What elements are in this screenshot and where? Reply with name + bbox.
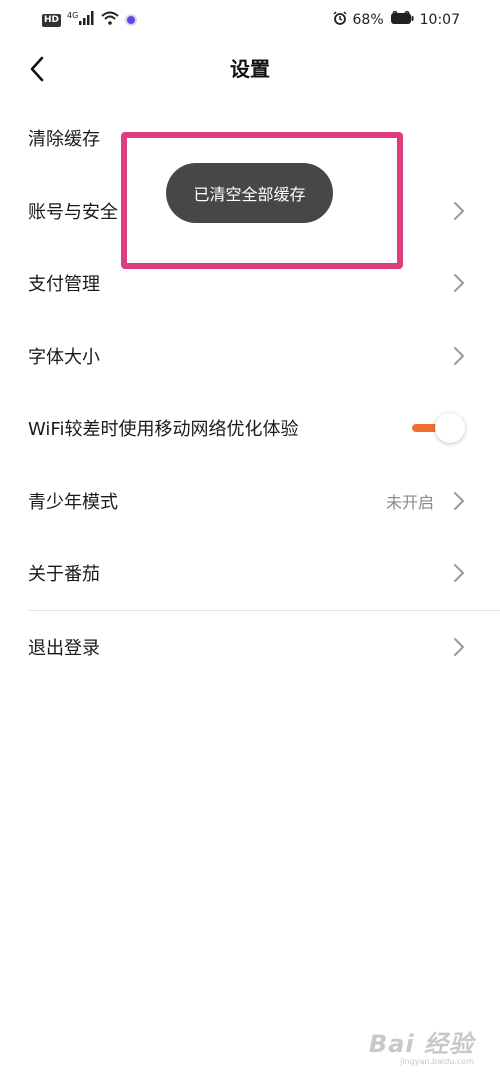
setting-teen-mode[interactable]: 青少年模式 未开启 — [0, 465, 500, 538]
signal-icon — [79, 11, 95, 29]
chevron-right-icon — [453, 201, 467, 221]
setting-label: 关于番茄 — [28, 564, 100, 586]
toggle-knob — [435, 413, 465, 444]
chevron-right-icon — [453, 563, 467, 583]
battery-icon — [390, 9, 414, 29]
status-bar: HD 4G 68% 10:07 — [0, 0, 500, 40]
setting-label: 支付管理 — [28, 274, 100, 296]
network-type: 4G — [67, 10, 79, 20]
chevron-right-icon — [453, 273, 467, 293]
setting-wifi-optimize: WiFi较差时使用移动网络优化体验 — [0, 392, 500, 465]
setting-logout[interactable]: 退出登录 — [0, 611, 500, 684]
setting-label: WiFi较差时使用移动网络优化体验 — [28, 419, 299, 441]
status-right: 68% 10:07 — [332, 9, 460, 30]
page-title: 设置 — [230, 57, 270, 81]
annotation-highlight-box — [121, 132, 403, 269]
chevron-right-icon — [453, 491, 467, 511]
alarm-icon — [332, 11, 347, 29]
watermark-url: jingyan.baidu.com — [400, 1057, 474, 1066]
setting-label: 清除缓存 — [28, 129, 100, 151]
setting-label: 字体大小 — [28, 346, 100, 368]
teen-mode-status: 未开启 — [385, 492, 434, 512]
wifi-icon — [101, 11, 119, 29]
wifi-optimize-toggle[interactable] — [410, 413, 466, 444]
status-left: HD 4G — [42, 10, 138, 30]
chevron-right-icon — [453, 637, 467, 657]
setting-about[interactable]: 关于番茄 — [0, 537, 500, 610]
setting-label: 青少年模式 — [28, 491, 118, 513]
chevron-right-icon — [453, 346, 467, 366]
setting-label: 退出登录 — [28, 637, 100, 659]
setting-font-size[interactable]: 字体大小 — [0, 320, 500, 393]
setting-label: 账号与安全 — [28, 201, 118, 223]
battery-percent: 68% — [352, 12, 384, 28]
app-notification-icon — [125, 14, 138, 26]
hd-badge: HD — [42, 13, 62, 27]
header: 设置 — [0, 44, 500, 96]
watermark-logo: Bai 经验 — [368, 1030, 474, 1058]
clock-time: 10:07 — [419, 12, 460, 28]
watermark: Bai 经验 jingyan.baidu.com — [369, 1024, 474, 1066]
